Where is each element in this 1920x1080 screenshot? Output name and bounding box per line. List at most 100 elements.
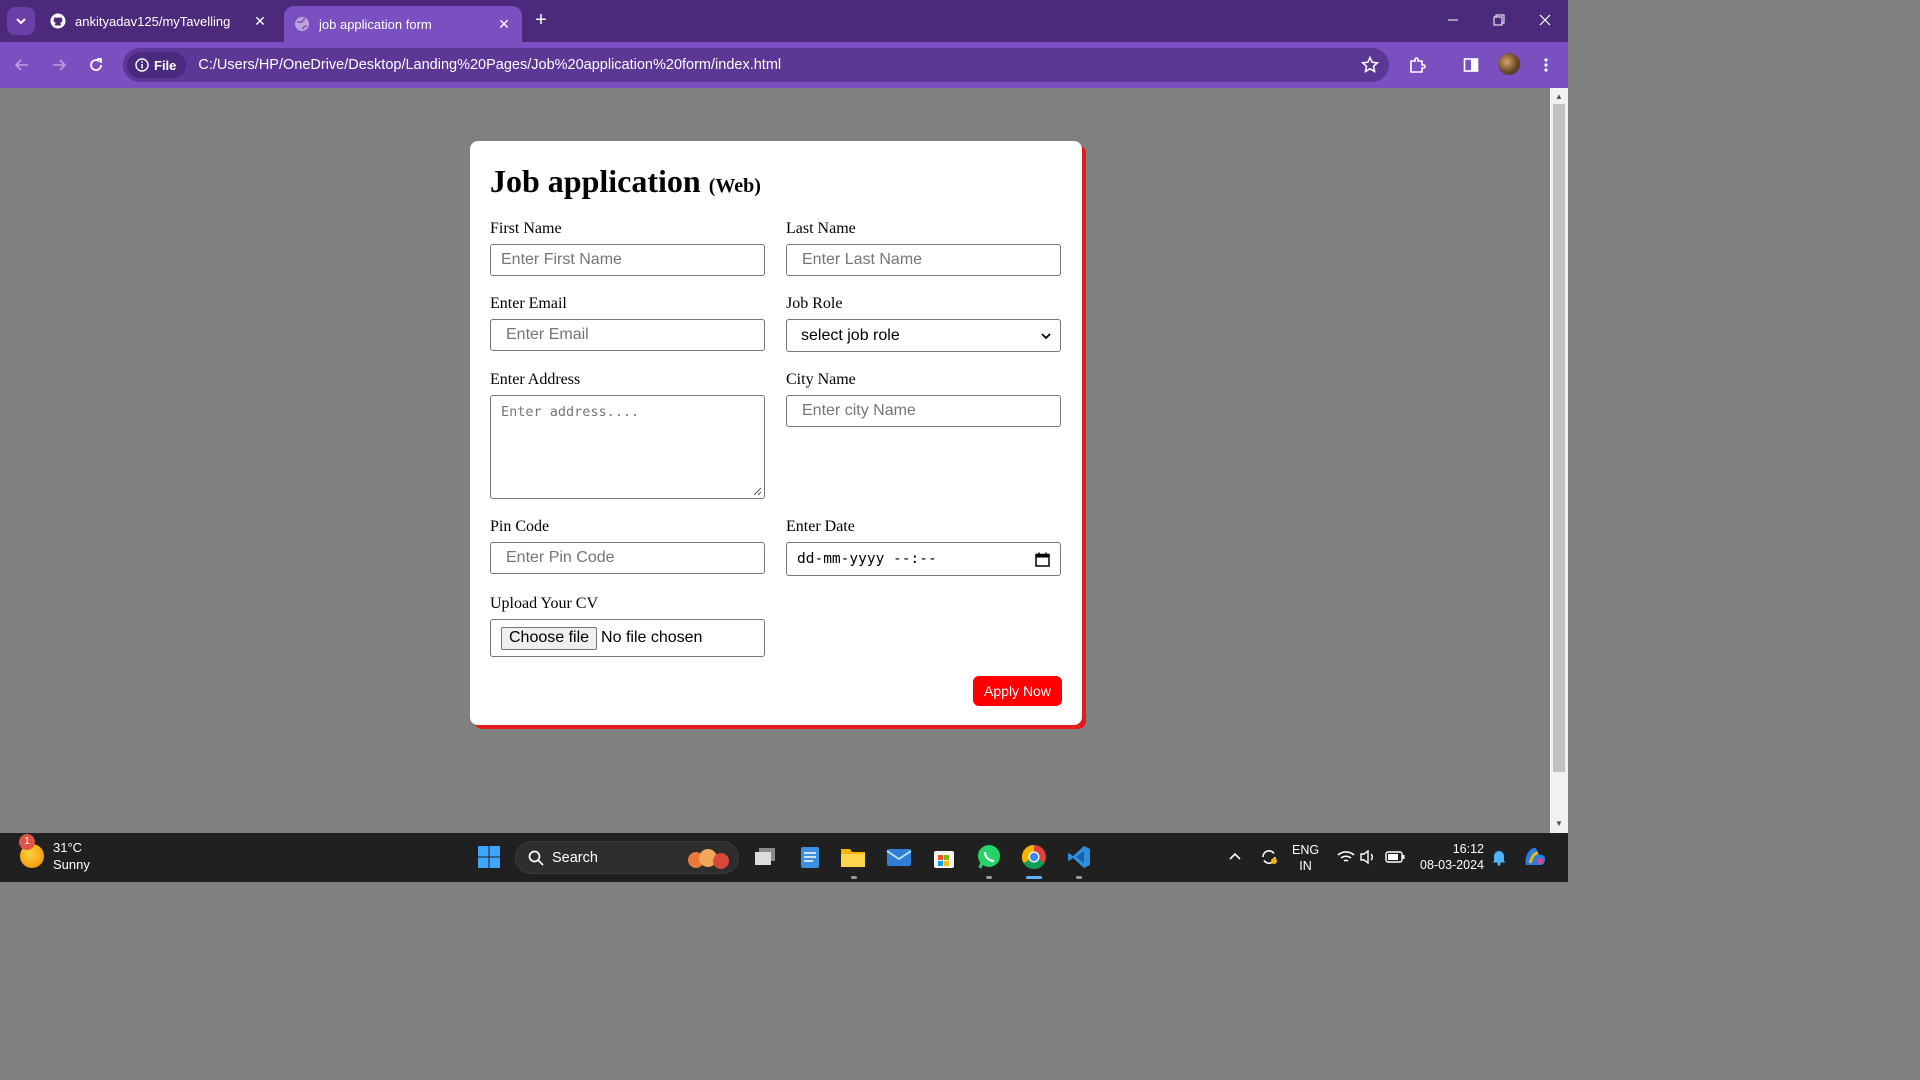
folder-icon <box>841 849 865 867</box>
vscode-app[interactable] <box>1066 844 1092 870</box>
last-name-placeholder: Enter Last Name <box>802 251 923 268</box>
notifications-button[interactable] <box>1486 844 1512 870</box>
apply-now-button[interactable]: Apply Now <box>973 676 1062 706</box>
chevron-down-icon <box>16 18 26 25</box>
github-icon <box>50 13 66 29</box>
first-name-placeholder: Enter First Name <box>501 251 622 268</box>
mail-app[interactable] <box>886 844 912 870</box>
cv-upload-field: Upload Your CV Choose file No file chose… <box>490 595 765 657</box>
sun-icon: 1 <box>19 834 44 868</box>
scroll-thumb[interactable] <box>1553 104 1565 772</box>
bell-icon <box>1492 851 1506 866</box>
info-icon <box>135 58 149 72</box>
close-icon[interactable]: ✕ <box>496 16 512 32</box>
choose-file-button[interactable]: Choose file <box>501 626 598 650</box>
first-name-field: First Name Enter First Name <box>490 220 765 276</box>
clock-date: 08-03-2024 <box>1420 858 1484 872</box>
first-name-label: First Name <box>490 220 562 237</box>
address-bar[interactable]: File C:/Users/HP/OneDrive/Desktop/Landin… <box>123 48 1389 82</box>
clock[interactable]: 16:12 08-03-2024 <box>1418 841 1484 873</box>
chevron-up-icon <box>1229 852 1241 860</box>
last-name-input[interactable]: Enter Last Name <box>786 244 1061 276</box>
store-app[interactable] <box>931 844 957 870</box>
form-title-text: Job application <box>490 163 701 199</box>
url-text[interactable]: C:/Users/HP/OneDrive/Desktop/Landing%20P… <box>198 57 781 73</box>
taskbar-search[interactable]: Search <box>515 841 739 874</box>
chrome-icon <box>1021 845 1046 870</box>
date-input[interactable]: dd-mm-yyyy --:-- <box>786 542 1061 576</box>
scroll-down-icon[interactable]: ▼ <box>1554 819 1564 829</box>
address-label: Enter Address <box>490 371 581 388</box>
new-tab-button[interactable]: + <box>530 10 552 32</box>
window-controls <box>1430 0 1568 40</box>
pin-code-placeholder: Enter Pin Code <box>506 549 615 566</box>
bookmark-star-icon[interactable] <box>1361 56 1379 74</box>
tab-github[interactable]: ankityadav125/myTavelling ✕ <box>40 6 278 36</box>
site-info-chip[interactable]: File <box>127 52 187 78</box>
close-window-button[interactable] <box>1522 0 1568 40</box>
vertical-scrollbar[interactable]: ▲ ▼ <box>1550 88 1568 833</box>
last-name-field: Last Name Enter Last Name <box>786 220 1061 276</box>
more-vertical-icon <box>1544 58 1548 72</box>
notepad-app[interactable] <box>797 844 823 870</box>
copilot-button[interactable] <box>1522 844 1548 870</box>
profile-avatar[interactable] <box>1498 53 1520 75</box>
start-button[interactable] <box>476 844 502 870</box>
chrome-app[interactable] <box>1021 844 1047 870</box>
weather-temp: 31°C <box>53 840 83 855</box>
sync-tray-button[interactable] <box>1256 844 1282 870</box>
file-explorer-app[interactable] <box>840 844 866 870</box>
minimize-button[interactable] <box>1430 0 1476 40</box>
minimize-icon <box>1448 19 1458 21</box>
first-name-input[interactable]: Enter First Name <box>490 244 765 276</box>
extensions-button[interactable] <box>1404 52 1430 78</box>
close-icon[interactable]: ✕ <box>252 13 268 29</box>
vscode-icon <box>1068 846 1090 868</box>
scroll-up-icon[interactable]: ▲ <box>1554 92 1564 102</box>
windows-icon <box>478 846 500 868</box>
address-placeholder: Enter address.... <box>501 404 640 420</box>
address-textarea[interactable]: Enter address.... <box>490 395 765 499</box>
search-label: Search <box>552 849 598 866</box>
email-label: Enter Email <box>490 295 567 312</box>
browser-toolbar: File C:/Users/HP/OneDrive/Desktop/Landin… <box>0 42 1568 88</box>
copilot-icon <box>1525 847 1545 865</box>
weather-widget[interactable]: 1 31°C Sunny <box>19 834 90 873</box>
cv-file-input[interactable]: Choose file No file chosen <box>490 619 765 657</box>
clock-time: 16:12 <box>1452 842 1484 856</box>
resize-grip-icon[interactable] <box>753 487 762 496</box>
puzzle-icon <box>1410 57 1426 73</box>
side-panel-icon <box>1463 58 1479 72</box>
reload-button[interactable] <box>83 52 109 78</box>
store-icon <box>934 851 954 868</box>
email-input[interactable]: Enter Email <box>490 319 765 351</box>
city-label: City Name <box>786 371 856 388</box>
email-placeholder: Enter Email <box>506 326 589 343</box>
tab-job-application[interactable]: job application form ✕ <box>284 6 522 42</box>
volume-button[interactable] <box>1355 844 1381 870</box>
tab-title: job application form <box>319 16 432 32</box>
wifi-icon <box>1337 851 1355 862</box>
job-role-selected: select job role <box>801 326 900 344</box>
show-hidden-icons-button[interactable] <box>1222 844 1248 870</box>
task-view-button[interactable] <box>752 844 778 870</box>
close-icon <box>1539 14 1551 26</box>
job-role-select[interactable]: select job role <box>786 319 1061 352</box>
city-input[interactable]: Enter city Name <box>786 395 1061 427</box>
tab-search-button[interactable] <box>7 7 35 35</box>
browser-menu-button[interactable] <box>1533 52 1559 78</box>
back-button[interactable] <box>9 52 35 78</box>
whatsapp-app[interactable] <box>976 844 1002 870</box>
forward-button[interactable] <box>46 52 72 78</box>
cv-label: Upload Your CV <box>490 595 599 612</box>
speaker-icon <box>1360 849 1373 865</box>
calendar-icon[interactable] <box>1035 552 1050 567</box>
tab-strip: ankityadav125/myTavelling ✕ job applicat… <box>0 0 1568 42</box>
taskbar: 1 31°C Sunny Search ENG IN 16:12 08-03-2… <box>0 833 1568 882</box>
form-title-suffix: (Web) <box>708 175 761 197</box>
pin-code-input[interactable]: Enter Pin Code <box>490 542 765 574</box>
side-panel-button[interactable] <box>1458 52 1484 78</box>
battery-button[interactable] <box>1382 844 1408 870</box>
language-indicator[interactable]: ENG IN <box>1292 833 1319 882</box>
restore-button[interactable] <box>1476 0 1522 40</box>
